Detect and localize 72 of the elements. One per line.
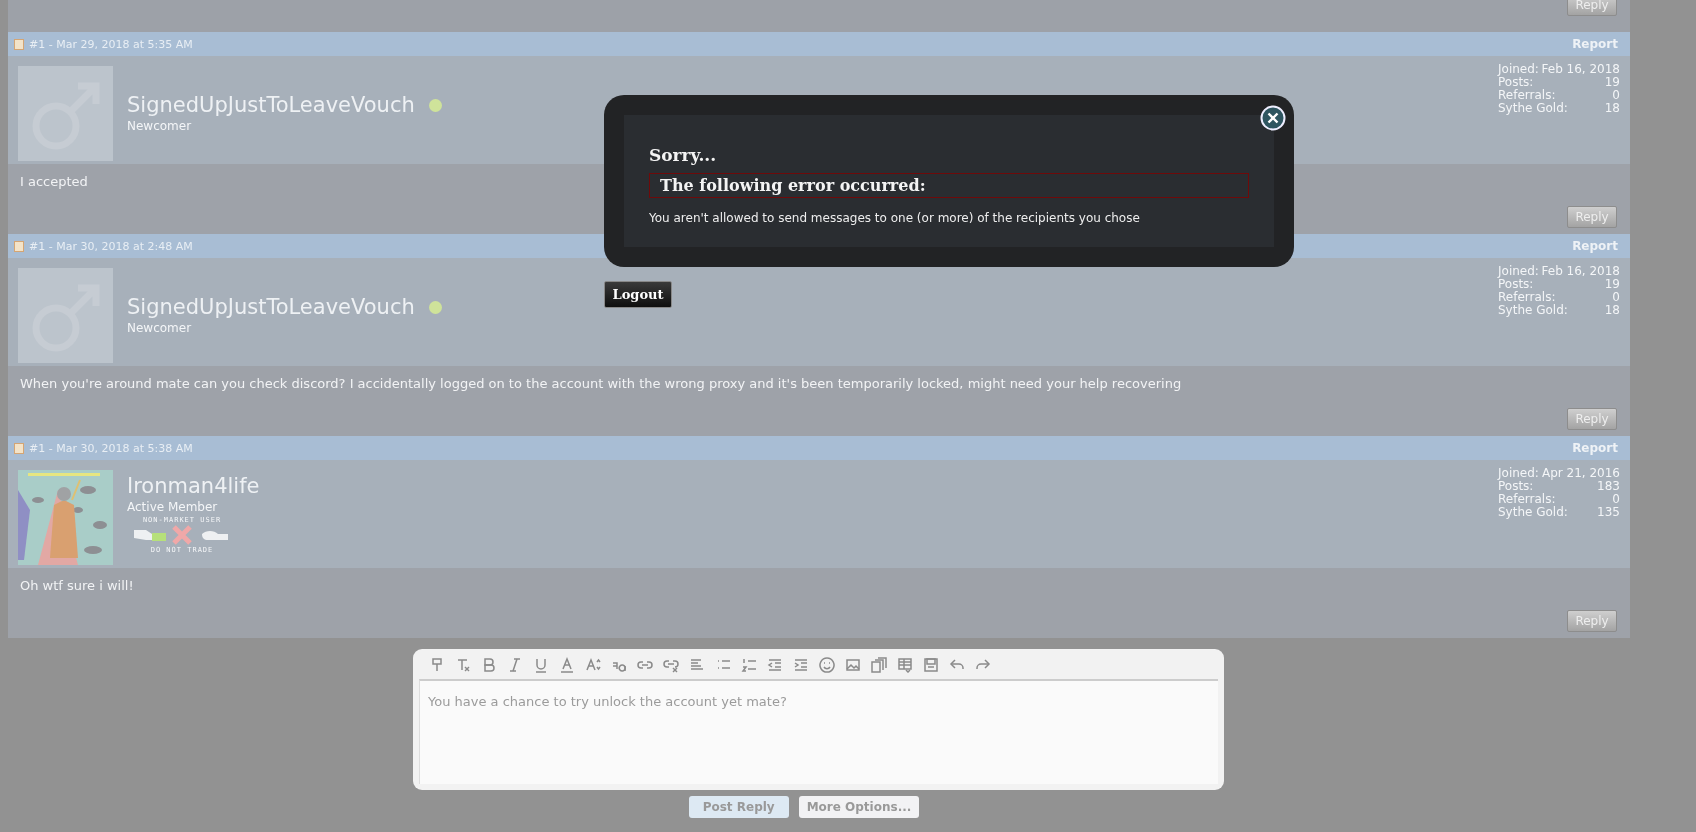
reply-button[interactable]: Reply xyxy=(1567,408,1617,430)
stat-label: Posts: xyxy=(1498,76,1534,89)
stat-value: 18 xyxy=(1604,304,1620,317)
stat-label: Sythe Gold: xyxy=(1498,506,1568,519)
post-icon xyxy=(14,38,24,50)
stat-label: Sythe Gold: xyxy=(1498,304,1568,317)
post-icon xyxy=(14,240,24,252)
post-date: #1 - Mar 30, 2018 at 2:48 AM xyxy=(29,239,194,253)
brush-icon[interactable] xyxy=(429,657,445,673)
close-icon[interactable] xyxy=(1260,105,1286,131)
image-icon[interactable] xyxy=(845,657,861,673)
stat-label: Referrals: xyxy=(1498,291,1556,304)
stat-label: Referrals: xyxy=(1498,493,1556,506)
unlink-icon[interactable] xyxy=(663,657,679,673)
bold-icon[interactable] xyxy=(481,657,497,673)
outdent-icon[interactable] xyxy=(767,657,783,673)
stat-value: Feb 16, 2018 xyxy=(1541,63,1620,76)
post-icon xyxy=(14,442,24,454)
stat-label: Sythe Gold: xyxy=(1498,102,1568,115)
numbered-list-icon[interactable] xyxy=(741,657,757,673)
post-message: I accepted xyxy=(20,174,88,189)
post-date: #1 - Mar 30, 2018 at 5:38 AM xyxy=(29,441,194,455)
smiley-icon[interactable] xyxy=(819,657,835,673)
message-text: You have a chance to try unlock the account yet mate? xyxy=(428,694,787,709)
report-link[interactable]: Report xyxy=(1572,239,1618,253)
table-icon[interactable] xyxy=(897,657,913,673)
italic-icon[interactable] xyxy=(507,657,523,673)
stat-value: Feb 16, 2018 xyxy=(1541,265,1620,278)
align-left-icon[interactable] xyxy=(689,657,705,673)
post-date: #1 - Mar 29, 2018 at 5:35 AM xyxy=(29,37,194,51)
stat-value: 19 xyxy=(1604,278,1620,291)
username[interactable]: Ironman4life xyxy=(127,474,260,498)
report-link[interactable]: Report xyxy=(1572,37,1618,51)
stat-value: 135 xyxy=(1597,506,1620,519)
reply-button[interactable]: Reply xyxy=(1567,610,1617,632)
stat-value: Apr 21, 2016 xyxy=(1542,467,1620,480)
stat-label: Joined: xyxy=(1498,467,1539,480)
underline-icon[interactable] xyxy=(533,657,549,673)
stat-value: 183 xyxy=(1597,480,1620,493)
error-message: You aren't allowed to send messages to one (or more) of the recipients you chose xyxy=(649,211,1141,225)
post-reply-button[interactable]: Post Reply xyxy=(688,796,789,818)
clear-format-icon[interactable] xyxy=(455,657,471,673)
stat-label: Referrals: xyxy=(1498,89,1556,102)
stat-label: Joined: xyxy=(1498,265,1539,278)
stat-value: 0 xyxy=(1612,493,1620,506)
text-color-icon[interactable] xyxy=(559,657,575,673)
dialog-title: Sorry... xyxy=(649,145,718,165)
stat-label: Posts: xyxy=(1498,278,1534,291)
more-options-button[interactable]: More Options... xyxy=(798,796,920,818)
error-heading: The following error occurred: xyxy=(649,173,1249,198)
font-size-icon[interactable] xyxy=(585,657,601,673)
post-message: When you're around mate can you check discord? I accidentally logged on to the account with the wrong proxy and it's been temporarily locked, might need your help recovering xyxy=(20,376,1182,391)
stat-value: 0 xyxy=(1612,89,1620,102)
reply-button[interactable]: Reply xyxy=(1567,0,1617,16)
user-rank: Newcomer xyxy=(127,119,193,133)
reply-button[interactable]: Reply xyxy=(1567,206,1617,228)
user-rank: Newcomer xyxy=(127,321,193,335)
post-message: Oh wtf sure i will! xyxy=(20,578,134,593)
message-input[interactable]: You have a chance to try unlock the account yet mate? xyxy=(419,679,1218,784)
stat-value: 19 xyxy=(1604,76,1620,89)
media-icon[interactable] xyxy=(871,657,887,673)
stat-value: 0 xyxy=(1612,291,1620,304)
report-link[interactable]: Report xyxy=(1572,441,1618,455)
stat-label: Posts: xyxy=(1498,480,1534,493)
indent-icon[interactable] xyxy=(793,657,809,673)
save-icon[interactable] xyxy=(923,657,939,673)
user-rank: Active Member xyxy=(127,500,219,514)
stat-value: 18 xyxy=(1604,102,1620,115)
stat-label: Joined: xyxy=(1498,63,1539,76)
username[interactable]: SignedUpJustToLeaveVouch xyxy=(127,93,415,117)
logout-button[interactable]: Logout xyxy=(604,281,672,308)
username[interactable]: SignedUpJustToLeaveVouch xyxy=(127,295,415,319)
